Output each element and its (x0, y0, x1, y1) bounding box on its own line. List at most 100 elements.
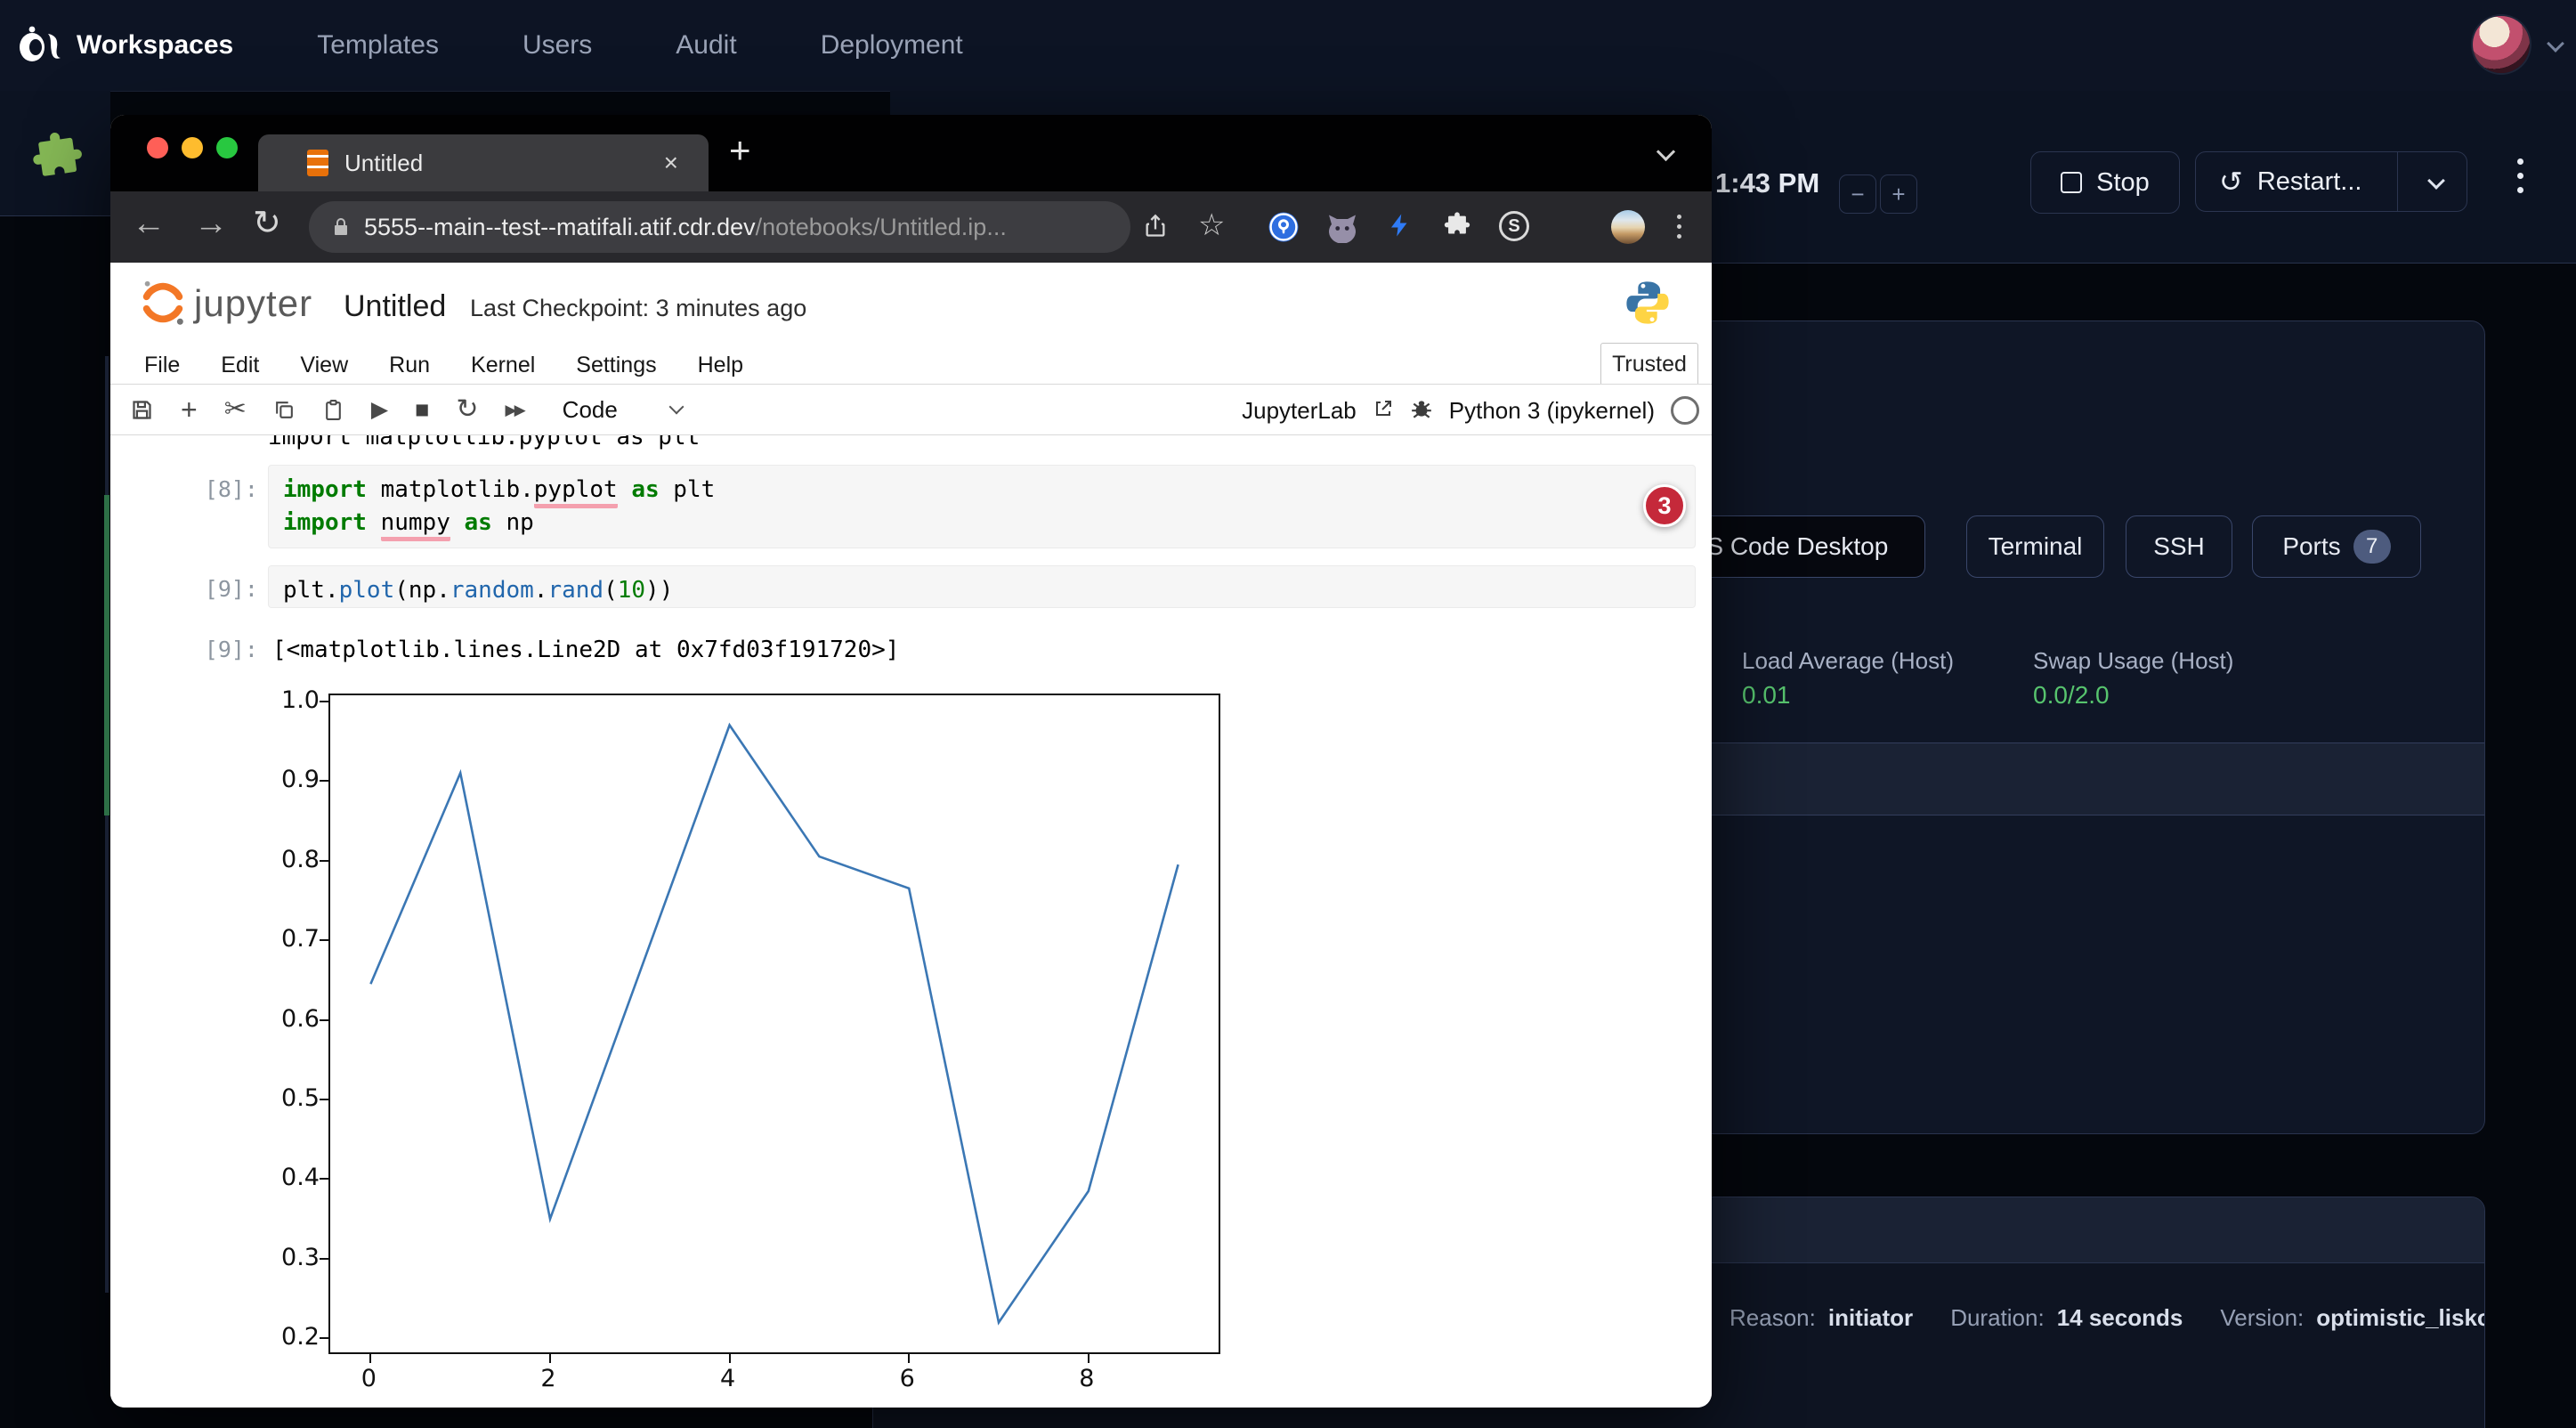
menu-edit[interactable]: Edit (221, 353, 259, 378)
y-tick-label: 0.3 (248, 1244, 320, 1271)
restart-workspace-button[interactable]: ↺ Restart... (2195, 151, 2467, 212)
reload-button[interactable]: ↻ (253, 206, 281, 243)
address-bar[interactable]: 5555--main--test--matifali.atif.cdr.dev … (309, 201, 1130, 253)
restart-options-chevron-icon[interactable] (2430, 165, 2442, 194)
x-tick-label: 4 (701, 1365, 755, 1392)
kernel-name[interactable]: Python 3 (ipykernel) (1449, 397, 1655, 425)
jupyter-menu-bar: File Edit View Run Kernel Settings Help (110, 346, 1712, 384)
y-tick-label: 1.0 (248, 686, 320, 714)
cell-8-editor[interactable]: import matplotlib.pyplot as plt import n… (268, 465, 1696, 548)
browser-tab-bar: Untitled × + (110, 115, 1712, 191)
vscode-desktop-label: VS Code Desktop (1690, 532, 1889, 561)
cell-type-select[interactable]: Code (563, 398, 618, 421)
cell-9-editor[interactable]: plt.plot(np.random.rand(10)) (268, 565, 1696, 608)
kernel-status-icon (1671, 396, 1699, 425)
share-icon[interactable] (1143, 213, 1168, 244)
stylus-extension-icon[interactable]: S (1499, 211, 1529, 241)
output-repr-text: [<matplotlib.lines.Line2D at 0x7fd03f191… (272, 634, 899, 667)
ssh-button[interactable]: SSH (2126, 515, 2232, 578)
jupyter-header: jupyter Untitled Last Checkpoint: 3 minu… (110, 263, 1712, 346)
browser-menu-icon[interactable] (1677, 215, 1681, 239)
onepassword-extension-icon[interactable] (1268, 211, 1300, 247)
tab-list-chevron-icon[interactable] (1659, 145, 1673, 163)
chart-plot (328, 694, 1220, 1354)
new-tab-button[interactable]: + (729, 129, 751, 172)
maximize-window-button[interactable] (216, 137, 238, 158)
user-avatar[interactable] (2473, 16, 2530, 73)
interrupt-kernel-icon[interactable]: ■ (415, 398, 429, 422)
zoom-in-button[interactable]: + (1880, 174, 1917, 214)
build-info-row: Reason: initiator Duration: 14 seconds V… (1729, 1304, 2485, 1332)
stop-workspace-button[interactable]: Stop (2030, 151, 2180, 214)
puzzle-extension-icon (28, 130, 87, 193)
browser-window: Untitled × + ← → ↻ 5555--main--test--mat… (110, 115, 1712, 1408)
menu-help[interactable]: Help (698, 353, 743, 378)
cell-type-chevron-icon[interactable] (668, 400, 684, 415)
cut-cells-icon[interactable]: ✂ (224, 396, 247, 423)
workspace-more-menu[interactable] (2517, 158, 2523, 193)
close-window-button[interactable] (147, 137, 168, 158)
nav-item-templates[interactable]: Templates (317, 30, 439, 61)
ports-count-badge: 7 (2353, 530, 2391, 564)
lightning-extension-icon[interactable] (1387, 209, 1414, 246)
nav-item-workspaces[interactable]: Workspaces (77, 30, 233, 61)
forward-button[interactable]: → (194, 206, 228, 243)
coder-logo-icon[interactable] (14, 23, 61, 72)
y-tick-label: 0.9 (248, 766, 320, 793)
menu-file[interactable]: File (144, 353, 180, 378)
reason-label: Reason: (1729, 1304, 1816, 1332)
restart-label: Restart... (2257, 167, 2362, 197)
menu-settings[interactable]: Settings (576, 353, 656, 378)
back-button[interactable]: ← (132, 206, 166, 243)
restart-kernel-icon[interactable]: ↻ (456, 396, 478, 423)
cat-extension-icon[interactable] (1326, 211, 1358, 247)
user-menu-chevron-icon[interactable] (2549, 37, 2562, 54)
swap-usage-label: Swap Usage (Host) (2033, 647, 2233, 675)
add-cell-icon[interactable]: + (181, 395, 198, 424)
paste-cells-icon[interactable] (322, 398, 344, 422)
version-value: optimistic_liskov9 (2316, 1304, 2485, 1332)
x-tick-label: 2 (522, 1365, 575, 1392)
jupyter-logo-icon (137, 277, 189, 333)
zoom-out-button[interactable]: − (1839, 174, 1876, 214)
notebook-title[interactable]: Untitled (344, 289, 446, 324)
run-cell-icon[interactable]: ▶ (371, 399, 388, 421)
y-tick-label: 0.8 (248, 846, 320, 873)
url-path: /notebooks/Untitled.ip... (756, 214, 1007, 241)
y-tick-label: 0.6 (248, 1005, 320, 1033)
ports-button[interactable]: Ports 7 (2252, 515, 2421, 578)
menu-run[interactable]: Run (389, 353, 430, 378)
minimize-window-button[interactable] (182, 137, 203, 158)
external-link-icon[interactable] (1373, 398, 1394, 424)
nav-item-audit[interactable]: Audit (676, 30, 736, 61)
url-host: 5555--main--test--matifali.atif.cdr.dev (364, 214, 756, 241)
trusted-button[interactable]: Trusted (1600, 343, 1698, 385)
browser-profile-avatar[interactable] (1611, 210, 1645, 244)
y-tick-label: 0.7 (248, 925, 320, 953)
open-jupyterlab-link[interactable]: JupyterLab (1242, 397, 1357, 425)
browser-url-bar: ← → ↻ 5555--main--test--matifali.atif.cd… (110, 191, 1712, 263)
nav-item-deployment[interactable]: Deployment (821, 30, 963, 61)
top-nav: Workspaces Templates Users Audit Deploym… (0, 0, 2576, 92)
load-average-label: Load Average (Host) (1742, 647, 1954, 675)
notification-count-badge[interactable]: 3 (1643, 484, 1686, 527)
clipped-code-line: import matplotlib.pyplot as plt (268, 435, 1336, 451)
version-label: Version: (2220, 1304, 2304, 1332)
save-icon[interactable] (130, 398, 154, 422)
extensions-puzzle-icon[interactable] (1442, 211, 1472, 246)
debugger-bug-icon[interactable] (1410, 397, 1433, 425)
x-tick-label: 8 (1060, 1365, 1114, 1392)
nav-item-users[interactable]: Users (522, 30, 592, 61)
menu-view[interactable]: View (300, 353, 348, 378)
duration-value: 14 seconds (2057, 1304, 2183, 1332)
copy-cells-icon[interactable] (273, 399, 296, 421)
restart-run-all-icon[interactable]: ▶▶ (506, 402, 523, 418)
browser-tab[interactable]: Untitled × (258, 134, 709, 191)
terminal-button[interactable]: Terminal (1966, 515, 2104, 578)
lock-icon (330, 216, 352, 238)
python-logo-icon (1624, 279, 1672, 331)
cell-9-prompt: [9]: (192, 576, 258, 602)
tab-close-icon[interactable]: × (664, 149, 678, 177)
menu-kernel[interactable]: Kernel (471, 353, 535, 378)
bookmark-star-icon[interactable]: ☆ (1198, 207, 1225, 243)
